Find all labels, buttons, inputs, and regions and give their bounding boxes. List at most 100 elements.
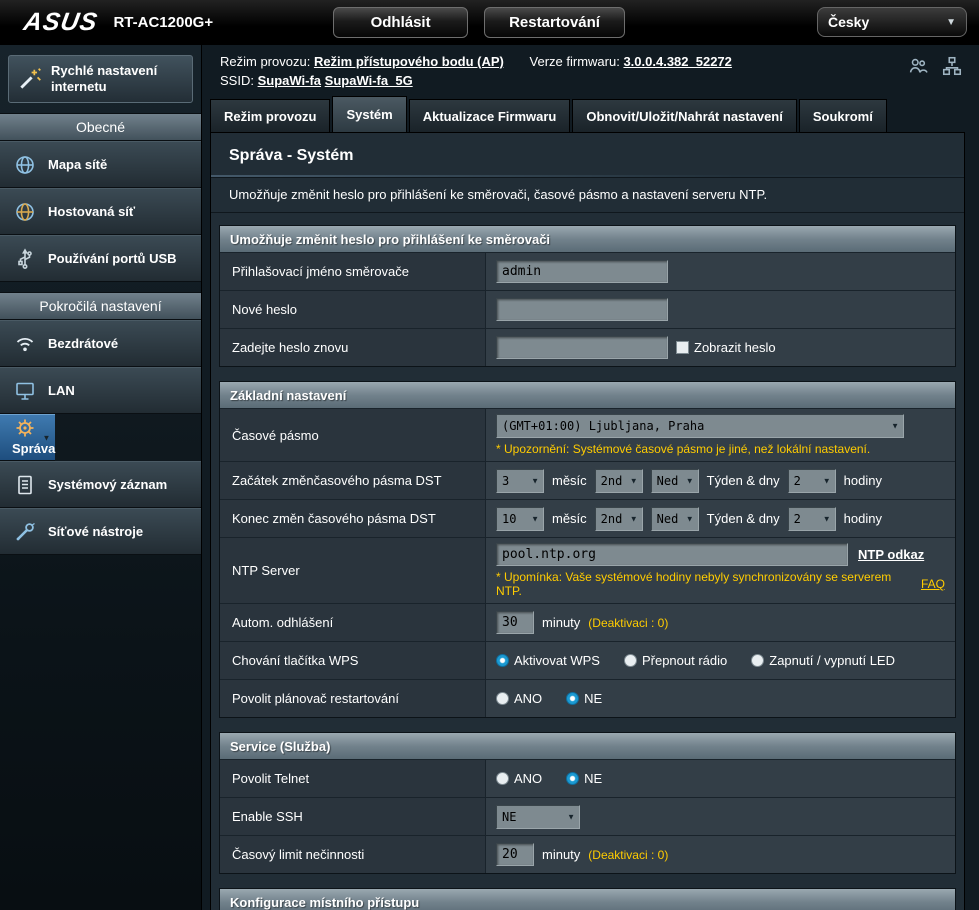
ssh-select-wrap: NE: [496, 805, 580, 829]
show-password-option[interactable]: Zobrazit heslo: [676, 340, 776, 355]
ntp-faq-link[interactable]: FAQ: [921, 577, 945, 591]
show-password-checkbox[interactable]: [676, 341, 689, 354]
dst-hour-text: hodiny: [844, 511, 882, 526]
sidebar-item-lan[interactable]: LAN: [0, 367, 201, 414]
ntp-link[interactable]: NTP odkaz: [858, 547, 924, 562]
operation-mode-label: Režim provozu:: [220, 54, 310, 69]
wps-option-activate[interactable]: Aktivovat WPS: [496, 653, 600, 668]
dst-start-month-select[interactable]: 3: [496, 469, 544, 493]
reboot-button[interactable]: Restartování: [484, 7, 625, 38]
password-section: Umožňuje změnit heslo pro přihlášení ke …: [219, 225, 956, 367]
lan-icon: [12, 378, 38, 404]
dst-month-text: měsíc: [552, 511, 587, 526]
tab-privacy[interactable]: Soukromí: [799, 99, 887, 132]
new-password-input[interactable]: [496, 298, 668, 321]
dst-end-hour-select[interactable]: 2: [788, 507, 836, 531]
firmware-version-link[interactable]: 3.0.0.4.382_52272: [623, 54, 731, 69]
sidebar-item-label: Mapa sítě: [48, 157, 107, 172]
main-panel: Správa - Systém Umožňuje změnit heslo pr…: [210, 132, 965, 910]
dst-start-day-wrap: Ned: [651, 469, 699, 493]
logout-button[interactable]: Odhlásit: [333, 7, 468, 38]
operation-mode-link[interactable]: Režim přístupového bodu (AP): [314, 54, 504, 69]
clients-icon[interactable]: [907, 55, 929, 77]
retype-password-input[interactable]: [496, 336, 668, 359]
yes-label: ANO: [514, 691, 542, 706]
ssh-select[interactable]: NE: [496, 805, 580, 829]
sidebar-item-system-log[interactable]: Systémový záznam: [0, 461, 201, 508]
dst-start-day-select[interactable]: Ned: [651, 469, 699, 493]
tab-bar: Režim provozu Systém Aktualizace Firmwar…: [202, 95, 979, 132]
tab-firmware-upgrade[interactable]: Aktualizace Firmwaru: [409, 99, 571, 132]
system-log-icon: [12, 472, 38, 498]
radio-off-icon[interactable]: [496, 772, 509, 785]
radio-off-icon[interactable]: [624, 654, 637, 667]
auto-logout-unit: minuty: [542, 615, 580, 630]
ntp-server-input[interactable]: [496, 543, 848, 566]
sidebar-item-quick-setup[interactable]: Rychlé nastavení internetu: [8, 55, 193, 103]
tab-system[interactable]: Systém: [332, 96, 406, 132]
sidebar-item-label: Rychlé nastavení internetu: [51, 63, 184, 95]
usb-icon: [12, 246, 38, 272]
dst-end-week-select[interactable]: 2nd: [595, 507, 643, 531]
sidebar-item-network-tools[interactable]: Síťové nástroje: [0, 508, 201, 555]
topbar: ASUS RT-AC1200G+ Odhlásit Restartování Č…: [0, 0, 979, 45]
form-tables: Umožňuje změnit heslo pro přihlášení ke …: [211, 213, 964, 910]
timezone-select[interactable]: (GMT+01:00) Ljubljana, Praha: [496, 414, 904, 438]
ssid-label: SSID:: [220, 73, 254, 88]
sidebar-item-label: Používání portů USB: [48, 251, 177, 266]
dst-end-month-select[interactable]: 10: [496, 507, 544, 531]
sidebar-item-label: Systémový záznam: [48, 477, 167, 492]
status-line-ssid: SSID: SupaWi-fa SupaWi-fa_5G: [220, 73, 979, 88]
dst-start-week-select[interactable]: 2nd: [595, 469, 643, 493]
dst-start-hour-wrap: 2: [788, 469, 836, 493]
guest-network-icon: [12, 199, 38, 225]
reboot-scheduler-yes[interactable]: ANO: [496, 691, 542, 706]
ssh-label: Enable SSH: [220, 798, 486, 835]
ssid-24g-link[interactable]: SupaWi-fa: [258, 73, 321, 88]
sidebar-item-wireless[interactable]: Bezdrátové: [0, 320, 201, 367]
idle-timeout-input[interactable]: [496, 843, 534, 866]
dst-end-day-select[interactable]: Ned: [651, 507, 699, 531]
telnet-yes[interactable]: ANO: [496, 771, 542, 786]
dst-end-label: Konec změn časového pásma DST: [220, 500, 486, 537]
dst-start-hour-select[interactable]: 2: [788, 469, 836, 493]
ssid-5g-link[interactable]: SupaWi-fa_5G: [325, 73, 413, 88]
row-retype-password: Zadejte heslo znovu Zobrazit heslo: [220, 328, 955, 366]
language-dropdown[interactable]: Česky ▼: [817, 7, 967, 37]
sidebar-item-administration[interactable]: Správa: [0, 414, 55, 461]
router-admin-page: ASUS RT-AC1200G+ Odhlásit Restartování Č…: [0, 0, 979, 910]
radio-off-icon[interactable]: [751, 654, 764, 667]
sidebar-item-usb-application[interactable]: Používání portů USB: [0, 235, 201, 282]
telnet-no[interactable]: NE: [566, 771, 602, 786]
tab-restore-save-upload[interactable]: Obnovit/Uložit/Nahrát nastavení: [572, 99, 796, 132]
idle-timeout-hint: (Deaktivaci : 0): [588, 848, 668, 862]
row-new-password: Nové heslo: [220, 290, 955, 328]
login-name-input[interactable]: [496, 260, 668, 283]
wps-option-toggle-radio[interactable]: Přepnout rádio: [624, 653, 727, 668]
tab-operation-mode[interactable]: Režim provozu: [210, 99, 330, 132]
wps-option-label: Zapnutí / vypnutí LED: [769, 653, 895, 668]
row-dst-end: Konec změn časového pásma DST 10 měsíc 2…: [220, 499, 955, 537]
radio-on-icon[interactable]: [566, 772, 579, 785]
no-label: NE: [584, 691, 602, 706]
row-idle-timeout: Časový limit nečinnosti minuty (Deaktiva…: [220, 835, 955, 873]
new-password-label: Nové heslo: [220, 291, 486, 328]
row-login-name: Přihlašovací jméno směrovače: [220, 252, 955, 290]
row-dst-start: Začátek změnčasového pásma DST 3 měsíc 2…: [220, 461, 955, 499]
asus-logo: ASUS: [21, 8, 100, 37]
sidebar-item-guest-network[interactable]: Hostovaná síť: [0, 188, 201, 235]
auto-logout-input[interactable]: [496, 611, 534, 634]
radio-off-icon[interactable]: [496, 692, 509, 705]
reboot-scheduler-no[interactable]: NE: [566, 691, 602, 706]
wps-option-led[interactable]: Zapnutí / vypnutí LED: [751, 653, 895, 668]
sidebar-item-network-map[interactable]: Mapa sítě: [0, 141, 201, 188]
chevron-down-icon: ▼: [946, 17, 956, 28]
sidebar-item-label: LAN: [48, 383, 75, 398]
radio-on-icon[interactable]: [496, 654, 509, 667]
row-enable-telnet: Povolit Telnet ANO NE: [220, 759, 955, 797]
dst-end-month-wrap: 10: [496, 507, 544, 531]
radio-on-icon[interactable]: [566, 692, 579, 705]
network-devices-icon[interactable]: [941, 55, 963, 77]
router-model: RT-AC1200G+: [113, 14, 213, 31]
local-access-title: Konfigurace místního přístupu: [220, 889, 955, 910]
